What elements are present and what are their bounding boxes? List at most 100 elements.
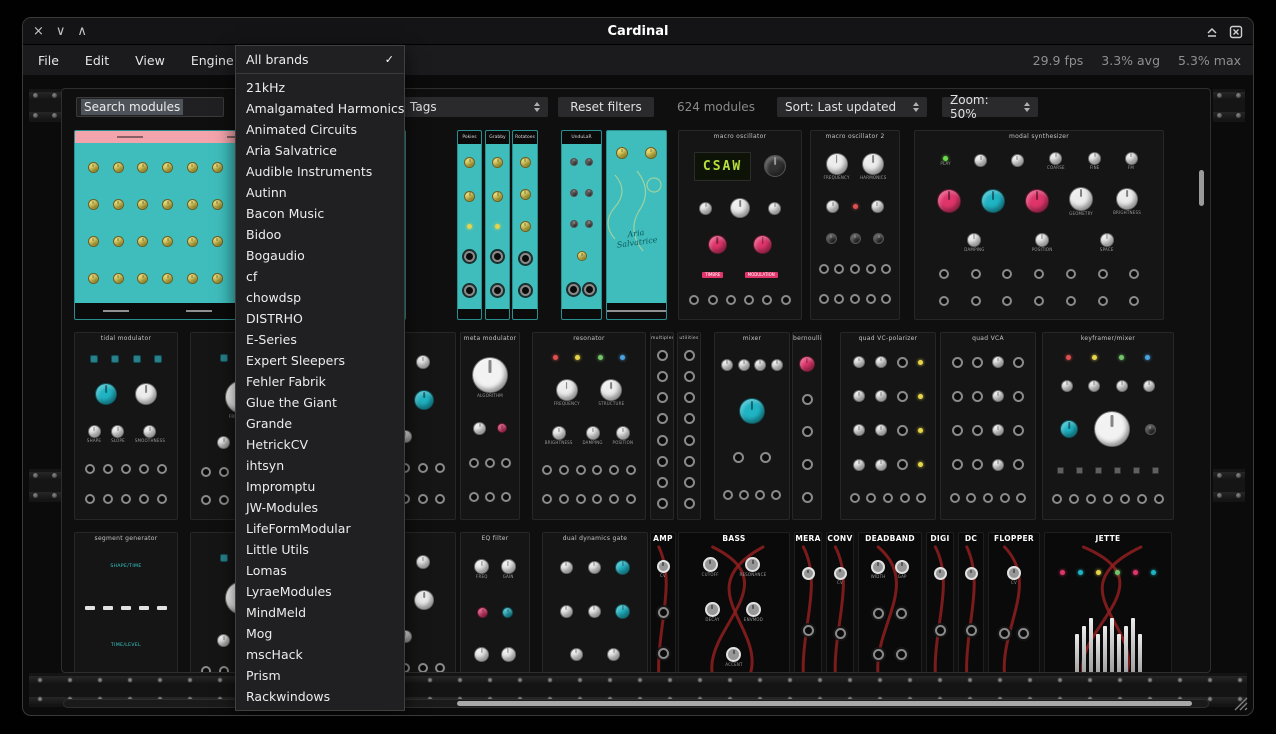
module-card-jette[interactable]: JETTE (1044, 532, 1172, 672)
desktop: × ∨ ∧ Cardinal FileEditViewEngineHelp (0, 0, 1276, 734)
app-window: × ∨ ∧ Cardinal FileEditViewEngineHelp (22, 17, 1254, 716)
jack (972, 459, 983, 470)
brand-menu-item-animated-circuits[interactable]: Animated Circuits (236, 119, 404, 140)
menubar-item-engine[interactable]: Engine (191, 53, 234, 68)
module-card-segment-generator[interactable]: segment generatorSHAPE/TIMETIME/LEVEL (74, 532, 178, 672)
module-card-eq-filter[interactable]: EQ filterFREQGAIN (460, 532, 530, 672)
brand-menu-item-all-brands[interactable]: All brands ✓ (236, 49, 404, 70)
module-card-utilities[interactable]: utilities (677, 332, 701, 520)
jack (866, 493, 876, 503)
menubar-item-edit[interactable]: Edit (85, 53, 109, 68)
brand-menu-item-ihtsyn[interactable]: ihtsyn (236, 455, 404, 476)
knob (895, 560, 909, 574)
brand-menu-item-impromptu[interactable]: Impromptu (236, 476, 404, 497)
knob (730, 198, 750, 218)
knob (474, 647, 489, 662)
module-card-resonator[interactable]: resonatorFREQUENCYSTRUCTUREBRIGHTNESSDAM… (532, 332, 646, 520)
brand-menu-item-bogaudio[interactable]: Bogaudio (236, 245, 404, 266)
menubar-item-file[interactable]: File (38, 53, 59, 68)
jack (1013, 357, 1024, 368)
brand-menu-item-prism[interactable]: Prism (236, 665, 404, 686)
screw-icon (52, 493, 57, 498)
module-card-conv[interactable]: CONVCV (826, 532, 854, 672)
close-box-icon[interactable] (1229, 25, 1243, 39)
led-icon (918, 360, 923, 365)
brand-menu-item-expert-sleepers[interactable]: Expert Sleepers (236, 350, 404, 371)
screw-icon (1236, 473, 1241, 478)
slider (1089, 618, 1093, 672)
brand-menu-item-grande[interactable]: Grande (236, 413, 404, 434)
brand-menu-item-autinn[interactable]: Autinn (236, 182, 404, 203)
brand-menu-item-chowdsp[interactable]: chowdsp (236, 287, 404, 308)
knob (586, 426, 600, 440)
brand-menu-list: 21kHzAmalgamated HarmonicsAnimated Circu… (236, 77, 404, 707)
vertical-scrollbar-thumb[interactable] (1199, 170, 1204, 206)
led-icon (1119, 355, 1124, 360)
brand-menu-item-mog[interactable]: Mog (236, 623, 404, 644)
module-card-bernoulli-gate[interactable]: bernoulli gate (792, 332, 822, 520)
brand-menu-item-distrho[interactable]: DISTRHO (236, 308, 404, 329)
module-title: modal synthesizer (915, 131, 1163, 142)
brand-menu-item-bidoo[interactable]: Bidoo (236, 224, 404, 245)
knob (871, 560, 885, 574)
brand-menu-item-21khz[interactable]: 21kHz (236, 77, 404, 98)
module-card-rotatoes[interactable]: Rotatoes (512, 130, 538, 320)
brand-menu-item-lifeformmodular[interactable]: LifeFormModular (236, 518, 404, 539)
module-card-grabby[interactable]: Grabby (485, 130, 510, 320)
module-card-amp[interactable]: AMPCV (650, 532, 676, 672)
module-card-digi[interactable]: DIGI (926, 532, 954, 672)
module-card-flopper[interactable]: FLOPPERCV (988, 532, 1040, 672)
jack (1120, 494, 1130, 504)
module-card-pokies[interactable]: Pokies (457, 130, 482, 320)
jack (835, 628, 846, 639)
jack (972, 391, 983, 402)
brand-menu-item-lyraemodules[interactable]: LyraeModules (236, 581, 404, 602)
module-card-macro-oscillator[interactable]: macro oscillatorCSAWTIMBREMODULATION (678, 130, 802, 320)
module-card-macro-oscillator-2[interactable]: macro oscillator 2FREQUENCYHARMONICS (810, 130, 900, 320)
slider (1138, 634, 1142, 672)
module-card-mera[interactable]: MERA (794, 532, 822, 672)
brand-menu-item-bacon-music[interactable]: Bacon Music (236, 203, 404, 224)
module-card-modal-synthesizer[interactable]: modal synthesizerPLAYCOARSEFINEFMGEOMETR… (914, 130, 1164, 320)
module-card-tidal-modulator[interactable]: tidal modulatorSHAPESLOPESMOOTHNESS (74, 332, 178, 520)
module-card-deadband[interactable]: DEADBANDWIDTHGAP (858, 532, 922, 672)
module-card-dc[interactable]: DC (958, 532, 984, 672)
jack (739, 490, 749, 500)
jack (542, 465, 552, 475)
expand-top-icon[interactable] (1205, 25, 1219, 39)
module-card-multiples[interactable]: multiples (650, 332, 674, 520)
menubar-item-view[interactable]: View (135, 53, 165, 68)
brand-menu-item-jw-modules[interactable]: JW-Modules (236, 497, 404, 518)
module-card-quad-vca[interactable]: quad VCA (940, 332, 1036, 520)
resize-grip-icon[interactable] (1232, 695, 1248, 711)
brand-menu-item-lomas[interactable]: Lomas (236, 560, 404, 581)
knob (754, 359, 766, 371)
jack (1016, 493, 1026, 503)
module-card-mixer[interactable]: mixer (714, 332, 790, 520)
brand-menu-item-hetrickcv[interactable]: HetrickCV (236, 434, 404, 455)
brand-menu-item-e-series[interactable]: E-Series (236, 329, 404, 350)
brand-menu-item-fehler-fabrik[interactable]: Fehler Fabrik (236, 371, 404, 392)
module-card-undular[interactable]: UnduLaR (561, 130, 602, 320)
module-card[interactable]: Aria Salvatrice (606, 130, 667, 320)
brand-menu-item-cf[interactable]: cf (236, 266, 404, 287)
horizontal-scrollbar-thumb[interactable] (457, 701, 1192, 706)
jack (85, 464, 95, 474)
knob (416, 355, 430, 369)
screw-icon (33, 493, 38, 498)
brand-menu-item-audible-instruments[interactable]: Audible Instruments (236, 161, 404, 182)
knob (992, 424, 1004, 436)
brand-menu-item-glue-the-giant[interactable]: Glue the Giant (236, 392, 404, 413)
brand-menu-item-aria-salvatrice[interactable]: Aria Salvatrice (236, 140, 404, 161)
module-card-keyframer-mixer[interactable]: keyframer/mixer (1042, 332, 1174, 520)
module-card-quad-vc-polarizer[interactable]: quad VC-polarizer (840, 332, 936, 520)
module-card-dual-dynamics-gate[interactable]: dual dynamics gate (542, 532, 648, 672)
brand-menu-item-little-utils[interactable]: Little Utils (236, 539, 404, 560)
brand-menu-item-mschack[interactable]: mscHack (236, 644, 404, 665)
module-card-bass[interactable]: BASSCUTOFFRESONANCEDECAYENVMODACCENT (678, 532, 790, 672)
module-card-meta-modulator[interactable]: meta modulatorALGORITHM (460, 332, 520, 520)
brand-menu-item-mindmeld[interactable]: MindMeld (236, 602, 404, 623)
knob (1100, 233, 1114, 247)
brand-menu-item-rackwindows[interactable]: Rackwindows (236, 686, 404, 707)
brand-menu-item-amalgamated-harmonics[interactable]: Amalgamated Harmonics (236, 98, 404, 119)
